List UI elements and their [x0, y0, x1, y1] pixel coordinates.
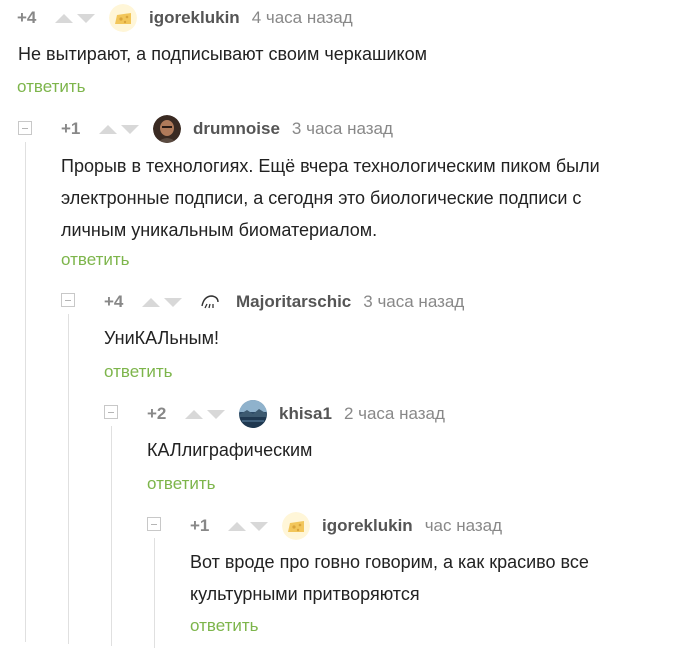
comment-username[interactable]: igoreklukin	[322, 516, 413, 536]
comment-header: +4 igoreklukin 4 часа назад	[17, 4, 353, 32]
comment-rating: +4	[104, 292, 124, 311]
comment-body: Прорыв в технологиях. Ещё вчера технолог…	[61, 150, 600, 246]
downvote-icon[interactable]	[119, 121, 141, 137]
upvote-icon[interactable]	[97, 121, 119, 137]
comment-time[interactable]: 2 часа назад	[344, 404, 445, 424]
comment-header: +2 khisa1 2 часа назад	[147, 400, 445, 428]
upvote-icon[interactable]	[226, 518, 248, 534]
comment-time[interactable]: час назад	[425, 516, 502, 536]
comment-body: Вот вроде про говно говорим, а как краси…	[190, 546, 589, 610]
comment-rating: +4	[17, 8, 37, 27]
comment-time[interactable]: 4 часа назад	[252, 8, 353, 28]
comment-body-line: электронные подписи, а сегодня это биоло…	[61, 188, 582, 208]
comment-body: Не вытирают, а подписывают своим черкаши…	[18, 38, 427, 70]
comment-body-line: УниКАЛьным!	[104, 328, 219, 348]
reply-link[interactable]: ответить	[190, 616, 259, 636]
downvote-icon[interactable]	[75, 10, 97, 26]
downvote-icon[interactable]	[205, 406, 227, 422]
comment-body: УниКАЛьным!	[104, 322, 219, 354]
cheese-avatar-icon[interactable]	[109, 4, 137, 32]
collapse-thread-button[interactable]	[61, 293, 75, 307]
reply-link[interactable]: ответить	[147, 474, 216, 494]
thread-line-level-3	[111, 426, 112, 646]
comment-body-line: Прорыв в технологиях. Ещё вчера технолог…	[61, 156, 600, 176]
comment-username[interactable]: Majoritarschic	[236, 292, 351, 312]
collapse-thread-button[interactable]	[18, 121, 32, 135]
comment-body-line: личным уникальным биоматериалом.	[61, 220, 378, 240]
downvote-icon[interactable]	[248, 518, 270, 534]
upvote-icon[interactable]	[140, 294, 162, 310]
comment-time[interactable]: 3 часа назад	[363, 292, 464, 312]
downvote-icon[interactable]	[162, 294, 184, 310]
comment-header: +1 igoreklukin час назад	[190, 512, 502, 540]
comment-time[interactable]: 3 часа назад	[292, 119, 393, 139]
reply-link[interactable]: ответить	[104, 362, 173, 382]
comment-rating: +1	[61, 119, 81, 138]
comment-username[interactable]: khisa1	[279, 404, 332, 424]
sketch-face-avatar-icon[interactable]	[196, 288, 224, 316]
upvote-icon[interactable]	[53, 10, 75, 26]
comment-username[interactable]: drumnoise	[193, 119, 280, 139]
collapse-thread-button[interactable]	[104, 405, 118, 419]
thread-line-level-1	[25, 142, 26, 642]
landscape-avatar-icon[interactable]	[239, 400, 267, 428]
reply-link[interactable]: ответить	[61, 250, 130, 270]
comment-header: +4 Majoritarschic 3 часа назад	[104, 288, 464, 316]
comment-rating: +1	[190, 516, 210, 535]
comment-username[interactable]: igoreklukin	[149, 8, 240, 28]
thread-line-level-4	[154, 538, 155, 648]
comment-header: +1 drumnoise 3 часа назад	[61, 115, 393, 143]
reply-link[interactable]: ответить	[17, 77, 86, 97]
comment-rating: +2	[147, 404, 167, 423]
collapse-thread-button[interactable]	[147, 517, 161, 531]
comment-body-line: Вот вроде про говно говорим, а как краси…	[190, 552, 589, 572]
comment-body-line: культурными притворяются	[190, 584, 420, 604]
comment-body-line: КАЛлиграфическим	[147, 440, 313, 460]
comment-body-line: Не вытирают, а подписывают своим черкаши…	[18, 44, 427, 64]
cheese-avatar-icon[interactable]	[282, 512, 310, 540]
thread-line-level-2	[68, 314, 69, 644]
upvote-icon[interactable]	[183, 406, 205, 422]
comment-body: КАЛлиграфическим	[147, 434, 312, 466]
man-portrait-avatar-icon[interactable]	[153, 115, 181, 143]
